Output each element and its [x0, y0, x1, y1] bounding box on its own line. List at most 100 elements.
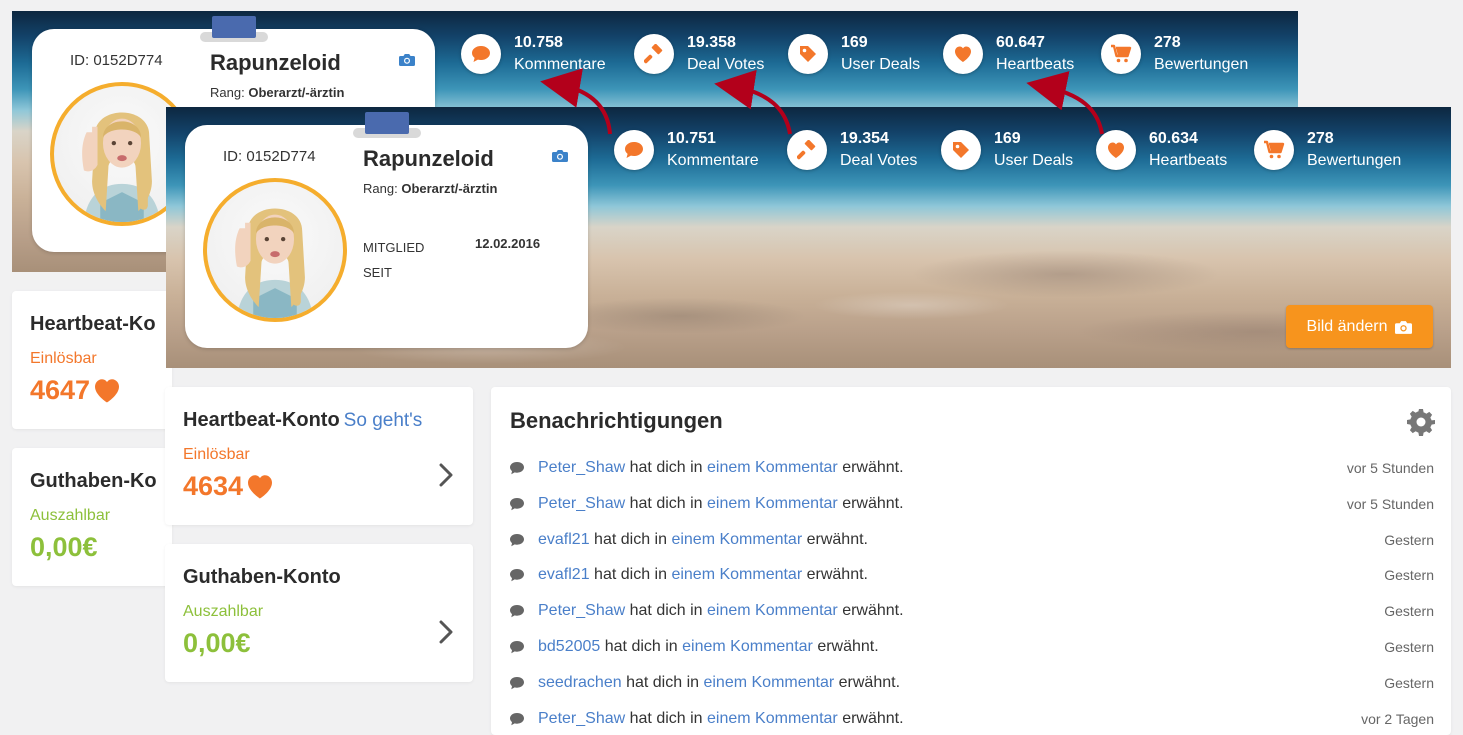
- heartbeat-account-before[interactable]: Heartbeat-Ko Einlösbar 4647: [12, 291, 172, 429]
- member-since-date: 12.02.2016: [475, 236, 541, 251]
- notification-item[interactable]: Peter_Shaw hat dich in einem Kommentar e…: [509, 600, 1434, 622]
- stat-deal-votes[interactable]: 19.354 Deal Votes: [787, 128, 941, 171]
- notification-item[interactable]: evafl21 hat dich in einem Kommentar erwä…: [509, 529, 1434, 551]
- notification-comment-link[interactable]: einem Kommentar: [703, 674, 834, 692]
- heart-icon: [245, 473, 275, 500]
- chevron-right-icon[interactable]: [439, 463, 453, 487]
- guthaben-title: Guthaben-Konto: [183, 566, 341, 588]
- change-image-button[interactable]: Bild ändern: [1286, 305, 1433, 348]
- notification-text-end: erwähnt.: [838, 673, 901, 691]
- guthaben-value: 0,00€: [183, 628, 251, 658]
- avatar[interactable]: [203, 178, 347, 322]
- tag-icon: [951, 140, 971, 160]
- stat-ratings[interactable]: 278 Bewertungen: [1101, 32, 1261, 75]
- rank: Rang: Oberarzt/-ärztin: [363, 181, 498, 196]
- comment-icon: [624, 141, 644, 159]
- notification-time: Gestern: [1384, 603, 1434, 620]
- stat-user-deals[interactable]: 169 User Deals: [788, 32, 943, 75]
- notification-user-link[interactable]: seedrachen: [538, 674, 622, 692]
- notification-comment-link[interactable]: einem Kommentar: [671, 531, 802, 549]
- how-it-works-link[interactable]: So geht's: [344, 410, 423, 431]
- notification-comment-link[interactable]: einem Kommentar: [707, 602, 838, 620]
- heartbeat-title: Heartbeat-Konto So geht's: [183, 409, 423, 431]
- comment-icon: [509, 568, 525, 582]
- notification-user-link[interactable]: evafl21: [538, 531, 590, 549]
- notification-user-link[interactable]: evafl21: [538, 566, 590, 584]
- comment-icon: [471, 45, 491, 63]
- stat-heartbeats[interactable]: 60.647 Heartbeats: [943, 32, 1101, 75]
- notification-item[interactable]: Peter_Shaw hat dich in einem Kommentar e…: [509, 493, 1434, 515]
- heart-icon: [1106, 141, 1126, 159]
- camera-icon[interactable]: [399, 53, 415, 66]
- heartbeat-value: 4634: [183, 471, 275, 502]
- guthaben-sub: Auszahlbar: [30, 507, 111, 524]
- notification-text: hat dich in: [629, 494, 703, 512]
- comment-icon: [509, 497, 525, 511]
- stat-user-deals[interactable]: 169 User Deals: [941, 128, 1096, 171]
- heartbeat-title: Heartbeat-Ko: [30, 313, 156, 335]
- guthaben-account-before[interactable]: Guthaben-Ko Auszahlbar 0,00€: [12, 448, 172, 586]
- username: Rapunzeloid: [363, 146, 494, 171]
- username: Rapunzeloid: [210, 50, 341, 75]
- guthaben-value: 0,00€: [30, 532, 98, 562]
- notification-comment-link[interactable]: einem Kommentar: [707, 495, 838, 513]
- notification-comment-link[interactable]: einem Kommentar: [707, 710, 838, 728]
- notification-user-link[interactable]: Peter_Shaw: [538, 495, 625, 513]
- notification-text: hat dich in: [604, 638, 678, 655]
- notification-item[interactable]: bd52005 hat dich in einem Kommentar erwä…: [509, 636, 1434, 658]
- heartbeat-sub: Einlösbar: [183, 446, 250, 463]
- notification-item[interactable]: Peter_Shaw hat dich in einem Kommentar e…: [509, 708, 1434, 730]
- stat-ratings[interactable]: 278 Bewertungen: [1254, 128, 1414, 171]
- guthaben-title: Guthaben-Ko: [30, 470, 157, 492]
- notification-user-link[interactable]: Peter_Shaw: [538, 602, 625, 620]
- chevron-right-icon[interactable]: [439, 620, 453, 644]
- heart-icon: [92, 377, 122, 404]
- notification-text: hat dich in: [626, 673, 700, 691]
- stat-comments[interactable]: 10.751 Kommentare: [614, 128, 787, 171]
- notification-text: hat dich in: [594, 530, 667, 548]
- stat-deal-votes[interactable]: 19.358 Deal Votes: [634, 32, 788, 75]
- rank: Rang: Oberarzt/-ärztin: [210, 85, 345, 100]
- avatar-image: [207, 182, 343, 318]
- cart-icon: [1263, 140, 1285, 160]
- notification-item[interactable]: Peter_Shaw hat dich in einem Kommentar e…: [509, 457, 1434, 479]
- guthaben-account-after[interactable]: Guthaben-Konto Auszahlbar 0,00€: [165, 544, 473, 682]
- card-clip: [199, 16, 268, 42]
- comment-icon: [509, 461, 525, 475]
- user-id: ID: 0152D774: [70, 52, 163, 69]
- notification-time: vor 2 Tagen: [1361, 710, 1434, 727]
- hammer-icon: [797, 140, 817, 160]
- gear-icon[interactable]: [1407, 408, 1435, 436]
- heartbeat-sub: Einlösbar: [30, 350, 97, 367]
- stat-heartbeats[interactable]: 60.634 Heartbeats: [1096, 128, 1254, 171]
- stat-comments[interactable]: 10.758 Kommentare: [461, 32, 634, 75]
- notification-item[interactable]: seedrachen hat dich in einem Kommentar e…: [509, 672, 1434, 694]
- camera-icon: [1395, 320, 1413, 334]
- notification-comment-link[interactable]: einem Kommentar: [682, 638, 813, 656]
- notification-item[interactable]: evafl21 hat dich in einem Kommentar erwä…: [509, 564, 1434, 586]
- comment-icon: [509, 604, 525, 618]
- notification-text: hat dich in: [629, 602, 703, 620]
- member-label: MITGLIED SEIT: [363, 240, 425, 280]
- notification-user-link[interactable]: Peter_Shaw: [538, 459, 625, 477]
- profile-card-after: ID: 0152D774 Rapunzeloid Rang: Oberarzt/…: [185, 112, 588, 348]
- hammer-icon: [644, 44, 664, 64]
- notification-text-end: erwähnt.: [817, 638, 879, 655]
- comment-icon: [509, 676, 525, 690]
- notification-user-link[interactable]: Peter_Shaw: [538, 710, 625, 728]
- stats-bar-after: 10.751 Kommentare 19.354 Deal Votes 169 Use…: [614, 128, 1414, 171]
- notification-text-end: erwähnt.: [842, 459, 904, 476]
- comment-icon: [509, 640, 525, 654]
- notification-text: hat dich in: [629, 709, 703, 727]
- notification-comment-link[interactable]: einem Kommentar: [671, 566, 802, 584]
- notification-user-link[interactable]: bd52005: [538, 638, 600, 656]
- change-image-label: Bild ändern: [1306, 317, 1388, 335]
- camera-icon[interactable]: [552, 149, 568, 162]
- user-id: ID: 0152D774: [223, 148, 316, 165]
- notification-time: Gestern: [1384, 531, 1434, 548]
- notification-comment-link[interactable]: einem Kommentar: [707, 459, 838, 477]
- notifications-title: Benachrichtigungen: [510, 408, 723, 433]
- heartbeat-account-after[interactable]: Heartbeat-Konto So geht's Einlösbar 4634: [165, 387, 473, 525]
- heartbeat-value: 4647: [30, 375, 122, 406]
- notification-time: vor 5 Stunden: [1346, 495, 1434, 512]
